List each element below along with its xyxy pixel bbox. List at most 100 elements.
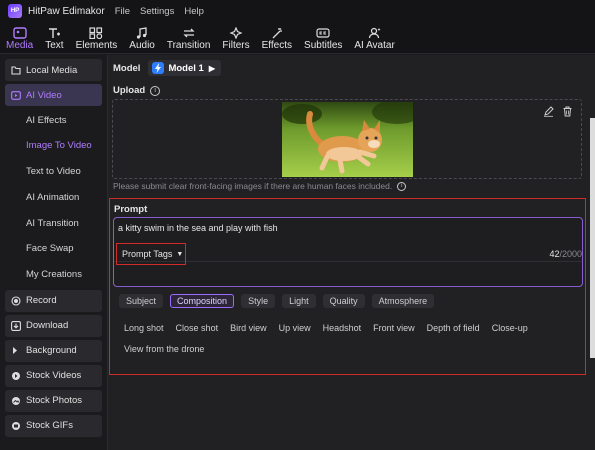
tag-item[interactable]: Depth of field: [427, 317, 480, 338]
chevron-right-icon: ▶: [208, 63, 215, 73]
tab-subtitles[interactable]: Subtitles: [304, 23, 342, 53]
sidebar: Local Media AI Video AI Effects Image To…: [0, 55, 107, 450]
tag-item[interactable]: Up view: [279, 317, 311, 338]
tag-item[interactable]: Front view: [373, 317, 415, 338]
upload-label: Upload: [113, 85, 146, 96]
sidebar-item-ai-video[interactable]: AI Video: [5, 84, 102, 106]
upload-header: Upload i: [113, 85, 161, 96]
sidebar-item-local-media[interactable]: Local Media: [5, 59, 102, 81]
category-quality[interactable]: Quality: [322, 294, 365, 308]
tab-text-label: Text: [45, 40, 64, 51]
prompt-text[interactable]: a kitty swim in the sea and play with fi…: [118, 223, 278, 233]
tab-audio[interactable]: Audio: [129, 23, 155, 53]
category-composition[interactable]: Composition: [170, 294, 235, 308]
download-icon: [11, 320, 21, 331]
record-icon: [11, 296, 21, 306]
tab-subtitles-label: Subtitles: [304, 40, 343, 51]
ai-avatar-icon: [368, 26, 382, 39]
main-panel: Model Model 1 ▶ Upload i Please submit c…: [108, 55, 595, 450]
tab-ai-avatar[interactable]: AI Avatar: [354, 23, 395, 53]
sidebar-item-label: Download: [26, 320, 69, 332]
tab-effects[interactable]: Effects: [262, 23, 292, 53]
menu-file[interactable]: File: [115, 6, 130, 17]
sidebar-sub-image-to-video[interactable]: Image To Video: [5, 135, 102, 157]
upload-note-text: Please submit clear front-facing images …: [113, 181, 393, 191]
info-icon[interactable]: i: [397, 181, 407, 191]
tab-elements-label: Elements: [75, 40, 118, 51]
menu-settings[interactable]: Settings: [140, 6, 174, 17]
stock-photos-icon: [11, 396, 21, 406]
tag-item[interactable]: Headshot: [323, 317, 362, 338]
elements-icon: [89, 26, 103, 39]
stock-videos-icon: [11, 371, 21, 381]
model-label: Model: [113, 62, 141, 74]
text-icon: [47, 26, 61, 39]
caret-right-icon: [11, 346, 21, 355]
tab-media-label: Media: [6, 40, 34, 51]
delete-icon[interactable]: [562, 106, 573, 117]
main-toolbar: Media Text Elements Audio Transition Fil…: [0, 22, 595, 54]
tab-filters[interactable]: Filters: [222, 23, 250, 53]
folder-icon: [11, 65, 21, 75]
tab-filters-label: Filters: [222, 40, 250, 51]
sidebar-sub-ai-animation[interactable]: AI Animation: [5, 186, 102, 208]
sidebar-item-label: Stock Photos: [26, 395, 82, 407]
tag-item[interactable]: Close-up: [492, 317, 528, 338]
sidebar-sub-ai-transition[interactable]: AI Transition: [5, 212, 102, 234]
info-icon[interactable]: i: [150, 85, 161, 96]
char-counter: 42/2000: [549, 249, 582, 259]
tag-item[interactable]: Bird view: [230, 317, 267, 338]
sidebar-sub-my-creations[interactable]: My Creations: [5, 264, 102, 286]
filters-icon: [229, 26, 243, 39]
sidebar-sub-face-swap[interactable]: Face Swap: [5, 238, 102, 260]
transition-icon: [182, 26, 196, 39]
tab-text[interactable]: Text: [45, 23, 64, 53]
sidebar-item-record[interactable]: Record: [5, 289, 102, 312]
prompt-tags-button[interactable]: Prompt Tags ▼: [116, 243, 186, 265]
model-value: Model 1: [168, 62, 204, 74]
preview-edge: [590, 118, 595, 358]
title-bar: HP HitPaw Edimakor File Settings Help: [0, 0, 595, 22]
sidebar-item-background[interactable]: Background: [5, 339, 102, 362]
lightning-icon: [152, 62, 165, 74]
audio-icon: [135, 26, 149, 39]
tag-list: Long shot Close shot Bird view Up view H…: [124, 317, 564, 359]
sidebar-sub-ai-effects[interactable]: AI Effects: [5, 109, 102, 131]
edit-icon[interactable]: [543, 106, 554, 117]
sidebar-item-stock-photos[interactable]: Stock Photos: [5, 389, 102, 412]
effects-icon: [270, 26, 284, 39]
tab-effects-label: Effects: [261, 40, 293, 51]
uploaded-image-thumbnail: [282, 102, 413, 177]
caret-down-icon: ▼: [176, 250, 184, 258]
tag-item[interactable]: Close shot: [176, 317, 219, 338]
tag-item[interactable]: View from the drone: [124, 338, 204, 359]
sidebar-item-label: Record: [26, 295, 57, 307]
sidebar-item-label: Background: [26, 345, 77, 357]
sidebar-sub-text-to-video[interactable]: Text to Video: [5, 161, 102, 183]
prompt-tags-label: Prompt Tags: [122, 249, 173, 259]
tab-elements[interactable]: Elements: [75, 23, 118, 53]
sidebar-item-stock-gifs[interactable]: Stock GIFs: [5, 414, 102, 437]
tab-media[interactable]: Media: [6, 23, 33, 53]
subtitles-icon: [316, 26, 330, 39]
ai-video-icon: [11, 90, 21, 100]
tag-item[interactable]: Long shot: [124, 317, 164, 338]
upload-dropzone[interactable]: [112, 99, 582, 179]
category-style[interactable]: Style: [241, 294, 276, 308]
sidebar-item-download[interactable]: Download: [5, 314, 102, 337]
sidebar-item-stock-videos[interactable]: Stock Videos: [5, 364, 102, 387]
tab-transition[interactable]: Transition: [167, 23, 210, 53]
app-logo-icon: HP: [8, 4, 22, 18]
sidebar-item-label: Stock Videos: [26, 370, 82, 382]
category-light[interactable]: Light: [282, 294, 316, 308]
menu-help[interactable]: Help: [184, 6, 204, 17]
char-count: 42: [549, 249, 560, 259]
tab-audio-label: Audio: [129, 40, 155, 51]
category-subject[interactable]: Subject: [119, 294, 164, 308]
menu-bar: File Settings Help: [115, 6, 214, 17]
category-atmosphere[interactable]: Atmosphere: [371, 294, 435, 308]
upload-note: Please submit clear front-facing images …: [113, 181, 407, 191]
char-max: /2000: [559, 249, 582, 259]
model-selector[interactable]: Model 1 ▶: [148, 60, 221, 76]
sidebar-item-label: Local Media: [26, 64, 78, 76]
